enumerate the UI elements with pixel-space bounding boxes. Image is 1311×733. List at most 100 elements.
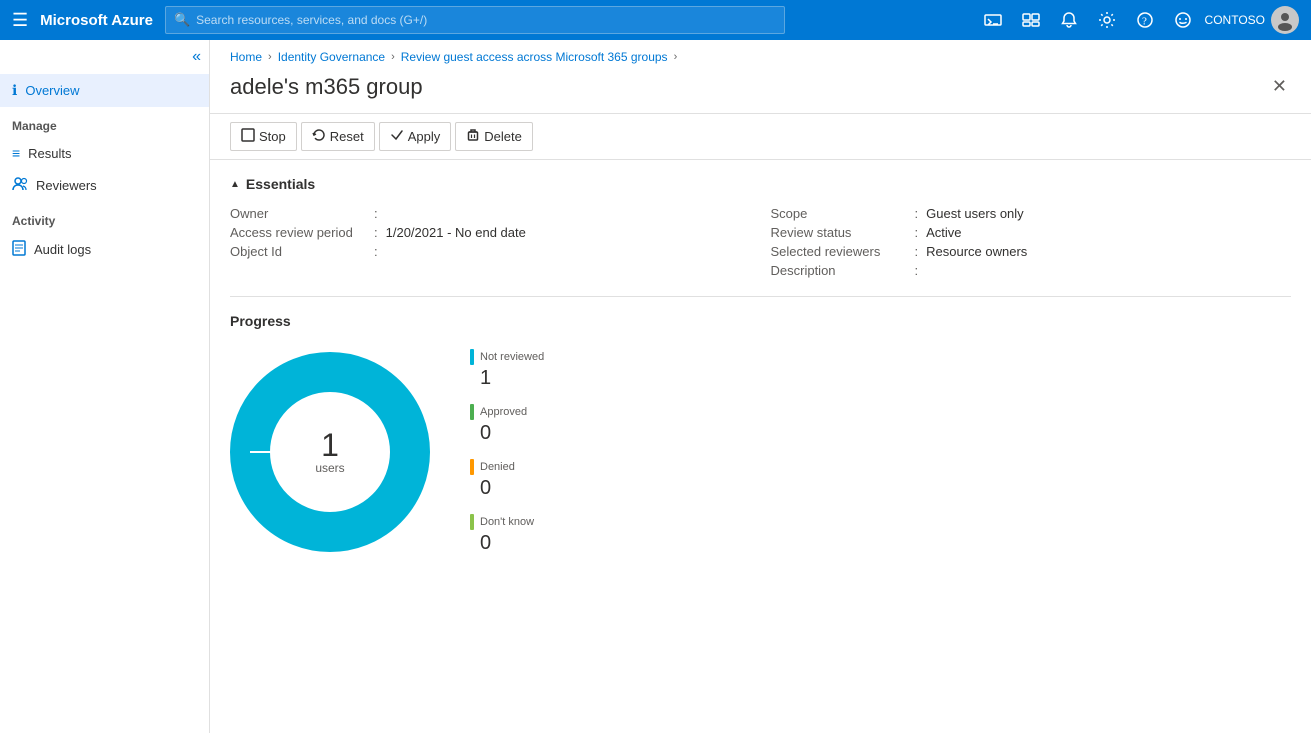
page-header: adele's m365 group ✕: [210, 68, 1311, 114]
legend-denied: Denied 0: [470, 459, 544, 500]
sidebar-reviewers-label: Reviewers: [36, 178, 97, 193]
denied-bar: [470, 459, 474, 475]
approved-label: Approved: [480, 406, 527, 418]
close-button[interactable]: ✕: [1268, 72, 1291, 101]
breadcrumb-sep-1: ›: [268, 51, 272, 63]
progress-content: 1 users Not reviewed 1: [230, 349, 1291, 555]
apply-icon: [390, 128, 404, 145]
page-title: adele's m365 group: [230, 74, 423, 100]
progress-section: Progress 1 users: [230, 297, 1291, 571]
username-label: CONTOSO: [1205, 13, 1265, 27]
donut-center: 1 users: [315, 429, 344, 475]
sidebar-collapse[interactable]: «: [0, 44, 209, 74]
breadcrumb-review-guest[interactable]: Review guest access across Microsoft 365…: [401, 50, 668, 64]
sidebar-audit-logs-label: Audit logs: [34, 242, 91, 257]
dont-know-value: 0: [480, 532, 544, 555]
approved-value: 0: [480, 422, 544, 445]
approved-bar: [470, 404, 474, 420]
delete-button[interactable]: Delete: [455, 122, 533, 151]
dont-know-label: Don't know: [480, 516, 534, 528]
stop-button[interactable]: Stop: [230, 122, 297, 151]
apply-button[interactable]: Apply: [379, 122, 452, 151]
apply-label: Apply: [408, 129, 441, 144]
legend-approved: Approved 0: [470, 404, 544, 445]
access-period-value: 1/20/2021 - No end date: [386, 225, 526, 240]
essentials-header[interactable]: ▲ Essentials: [230, 176, 1291, 192]
feedback-icon[interactable]: [1167, 4, 1199, 36]
essentials-right: Scope : Guest users only Review status :…: [771, 204, 1292, 280]
essentials-row-description: Description :: [771, 261, 1292, 280]
object-id-label: Object Id: [230, 244, 370, 259]
results-icon: ≡: [12, 145, 20, 161]
owner-label: Owner: [230, 206, 370, 221]
delete-label: Delete: [484, 129, 522, 144]
audit-logs-icon: [12, 240, 26, 259]
sidebar-item-overview[interactable]: ℹ Overview: [0, 74, 209, 107]
reset-icon: [312, 128, 326, 145]
delete-icon: [466, 128, 480, 145]
selected-reviewers-value: Resource owners: [926, 244, 1027, 259]
essentials-chevron: ▲: [230, 179, 240, 190]
dont-know-bar: [470, 514, 474, 530]
essentials-row-selected-reviewers: Selected reviewers : Resource owners: [771, 242, 1292, 261]
reset-button[interactable]: Reset: [301, 122, 375, 151]
essentials-row-scope: Scope : Guest users only: [771, 204, 1292, 223]
sidebar: « ℹ Overview Manage ≡ Results Reviewers …: [0, 40, 210, 733]
collapse-icon[interactable]: «: [192, 48, 201, 66]
legend-dont-know: Don't know 0: [470, 514, 544, 555]
stop-label: Stop: [259, 129, 286, 144]
activity-section-label: Activity: [0, 202, 209, 232]
topbar-icons: ? CONTOSO: [977, 4, 1299, 36]
sidebar-item-results[interactable]: ≡ Results: [0, 137, 209, 169]
svg-text:?: ?: [1142, 16, 1147, 28]
user-menu[interactable]: CONTOSO: [1205, 6, 1299, 34]
not-reviewed-value: 1: [480, 367, 544, 390]
sidebar-item-audit-logs[interactable]: Audit logs: [0, 232, 209, 267]
avatar: [1271, 6, 1299, 34]
breadcrumb: Home › Identity Governance › Review gues…: [210, 40, 1311, 68]
selected-reviewers-label: Selected reviewers: [771, 244, 911, 259]
essentials-left: Owner : Access review period : 1/20/2021…: [230, 204, 751, 280]
essentials-title: Essentials: [246, 176, 315, 192]
breadcrumb-sep-3: ›: [674, 51, 678, 63]
progress-title: Progress: [230, 313, 1291, 329]
essentials-grid: Owner : Access review period : 1/20/2021…: [230, 204, 1291, 297]
section-content: ▲ Essentials Owner : Access review perio…: [210, 160, 1311, 587]
denied-value: 0: [480, 477, 544, 500]
hamburger-icon[interactable]: ☰: [12, 10, 28, 31]
breadcrumb-home[interactable]: Home: [230, 50, 262, 64]
legend-not-reviewed: Not reviewed 1: [470, 349, 544, 390]
scope-value: Guest users only: [926, 206, 1024, 221]
essentials-row-owner: Owner :: [230, 204, 751, 223]
content-area: Home › Identity Governance › Review gues…: [210, 40, 1311, 733]
search-icon: 🔍: [174, 12, 190, 28]
toolbar: Stop Reset Apply Delete: [210, 114, 1311, 160]
settings-icon[interactable]: [1091, 4, 1123, 36]
progress-legend: Not reviewed 1 Approved 0: [470, 349, 544, 555]
overview-icon: ℹ: [12, 82, 17, 99]
manage-section-label: Manage: [0, 107, 209, 137]
not-reviewed-label: Not reviewed: [480, 351, 544, 363]
denied-label: Denied: [480, 461, 515, 473]
donut-users-label: users: [315, 461, 344, 475]
app-logo: Microsoft Azure: [40, 12, 153, 29]
cloud-shell-icon[interactable]: [977, 4, 1009, 36]
search-input[interactable]: [196, 13, 776, 27]
breadcrumb-sep-2: ›: [391, 51, 395, 63]
scope-label: Scope: [771, 206, 911, 221]
breadcrumb-identity-governance[interactable]: Identity Governance: [278, 50, 385, 64]
sidebar-results-label: Results: [28, 146, 71, 161]
reviewers-icon: [12, 177, 28, 194]
essentials-row-object-id: Object Id :: [230, 242, 751, 261]
sidebar-overview-label: Overview: [25, 83, 79, 98]
sidebar-item-reviewers[interactable]: Reviewers: [0, 169, 209, 202]
directory-icon[interactable]: [1015, 4, 1047, 36]
reset-label: Reset: [330, 129, 364, 144]
not-reviewed-bar: [470, 349, 474, 365]
review-status-label: Review status: [771, 225, 911, 240]
main-layout: « ℹ Overview Manage ≡ Results Reviewers …: [0, 40, 1311, 733]
search-bar[interactable]: 🔍: [165, 6, 785, 34]
donut-chart: 1 users: [230, 352, 430, 552]
help-icon[interactable]: ?: [1129, 4, 1161, 36]
bell-icon[interactable]: [1053, 4, 1085, 36]
